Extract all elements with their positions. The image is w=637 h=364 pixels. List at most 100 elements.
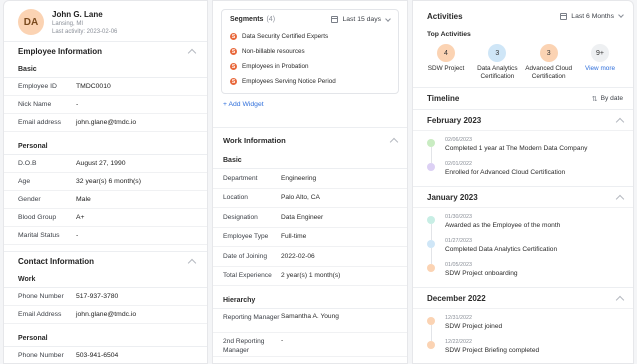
personal-group-label: Personal — [4, 138, 207, 155]
last-activity: Last activity: 2023-02-06 — [52, 28, 118, 35]
work-info-header[interactable]: Work Information — [213, 128, 407, 152]
field-label: Total Experience — [223, 272, 272, 280]
field-label: Date of Joining — [223, 252, 267, 260]
timeline-event: 02/01/2022 Enrolled for Advanced Cloud Ce… — [413, 158, 633, 182]
field-label: Nick Name — [18, 101, 52, 108]
info-row: D.O.B August 27, 1990 — [4, 155, 207, 173]
timeline-event-text: 02/06/2023 Completed 1 year at The Modern… — [445, 134, 587, 158]
timeline-month-header[interactable]: February 2023 — [413, 109, 633, 131]
activity-label[interactable]: View more — [585, 65, 615, 73]
field-label: Location — [223, 194, 248, 202]
chevron-up-icon[interactable] — [615, 194, 625, 203]
timeline-event: 02/06/2023 Completed 1 year at The Modern… — [413, 134, 633, 163]
work-info-title: Work Information — [223, 135, 286, 145]
info-row: Email Address john.glane@tmdc.io — [4, 306, 207, 324]
info-row: Marital Status - — [4, 227, 207, 245]
timeline-events: 01/30/2023 Awarded as the Employee of the… — [413, 208, 633, 287]
sort-by-date-button[interactable]: ⇅ By date — [592, 95, 623, 103]
segment-item[interactable]: S Employees Serving Notice Period — [230, 74, 390, 89]
timeline-event-text: 01/30/2023 Awarded as the Employee of the… — [445, 211, 560, 235]
activities-panel: Activities Last 6 Months Top Activities … — [412, 0, 634, 364]
field-value: A+ — [76, 214, 85, 221]
segment-label: Non-billable resources — [242, 48, 305, 55]
field-label: Reporting Manager — [223, 314, 280, 321]
segments-date-range-value: Last 15 days — [342, 16, 381, 23]
view-more-badge[interactable]: 9+ View more — [575, 44, 625, 81]
timeline-event: 01/30/2023 Awarded as the Employee of the… — [413, 211, 633, 240]
top-activities-label: Top Activities — [427, 31, 471, 38]
contact-info-title: Contact Information — [18, 257, 94, 266]
field-label: Employee ID — [18, 83, 57, 90]
event-date: 02/06/2023 — [445, 137, 472, 143]
activities-date-range-select[interactable]: Last 6 Months — [560, 12, 624, 20]
field-label: Employee Type — [223, 233, 269, 241]
chevron-up-icon[interactable] — [187, 48, 197, 58]
event-date: 12/31/2022 — [445, 315, 472, 321]
activity-label: SDW Project — [427, 65, 465, 72]
field-label: Phone Number — [18, 293, 64, 300]
employee-info-header[interactable]: Employee Information — [4, 41, 207, 61]
field-value: - — [281, 337, 284, 344]
event-date: 12/22/2022 — [445, 339, 472, 345]
contact-info-header[interactable]: Contact Information — [4, 251, 207, 271]
field-value: Data Engineer — [281, 213, 324, 221]
avatar: DA — [18, 9, 44, 35]
activity-count: 9+ — [590, 44, 609, 62]
segment-label: Employees Serving Notice Period — [242, 78, 336, 85]
segment-icon: S — [230, 33, 237, 40]
segment-item[interactable]: S Employees in Probation — [230, 59, 390, 74]
basic-group-label: Basic — [4, 61, 207, 78]
event-date: 02/01/2022 — [445, 161, 472, 167]
chevron-up-icon[interactable] — [615, 117, 625, 126]
field-value: john.glane@tmdc.io — [76, 311, 137, 318]
employee-location: Lansing, MI — [52, 20, 84, 27]
chevron-up-icon[interactable] — [615, 295, 625, 304]
field-value: - — [76, 101, 79, 108]
segment-label: Employees in Probation — [242, 63, 309, 70]
activity-label: Advanced Cloud Certification — [525, 65, 573, 80]
sort-icon: ⇅ — [591, 95, 598, 103]
employee-info-title: Employee Information — [18, 47, 103, 56]
sort-label: By date — [600, 95, 623, 102]
timeline-events: 02/06/2023 Completed 1 year at The Modern… — [413, 131, 633, 186]
segment-icon: S — [230, 63, 237, 70]
top-activity-badge[interactable]: 3 Advanced Cloud Certification — [524, 44, 574, 81]
segments-date-range-select[interactable]: Last 15 days — [331, 15, 391, 23]
top-activity-badge[interactable]: 3 Data Analytics Certification — [472, 44, 522, 81]
info-row: Employee ID TMDC0010 — [4, 78, 207, 96]
field-value: 517-937-3780 — [76, 293, 119, 300]
activity-count: 3 — [539, 44, 558, 62]
timeline-month-header[interactable]: December 2022 — [413, 287, 633, 309]
timeline-event-text: 02/01/2022 Enrolled for Advanced Cloud Ce… — [445, 158, 565, 182]
event-title: SDW Project joined — [445, 323, 503, 330]
calendar-icon — [331, 16, 339, 23]
event-title: Awarded as the Employee of the month — [445, 222, 561, 229]
timeline-events: 12/31/2022 SDW Project joined 12/22/2022 SD… — [413, 309, 633, 363]
add-widget-button[interactable]: + Add Widget — [213, 94, 407, 114]
info-row: Total Experience 2 year(s) 1 month(s) — [213, 267, 407, 286]
field-value: Engineering — [281, 174, 317, 182]
top-activity-badge[interactable]: 4 SDW Project — [421, 44, 471, 81]
work-basic-group-label: Basic — [213, 152, 407, 169]
chevron-up-icon[interactable] — [187, 258, 197, 268]
segments-count: (4) — [266, 16, 276, 23]
field-value: john.glane@tmdc.io — [76, 119, 137, 126]
timeline-dot-icon — [427, 139, 435, 147]
event-title: Completed Data Analytics Certification — [445, 246, 558, 253]
field-label: Department — [223, 174, 258, 182]
field-label: Blood Group — [18, 214, 57, 221]
timeline-month: January 2023 — [427, 192, 478, 202]
second-reporting-manager-row: 2nd Reporting Manager - — [213, 333, 407, 357]
employee-panel: DA John G. Lane Lansing, MI Last activit… — [3, 0, 208, 364]
segment-item[interactable]: S Non-billable resources — [230, 44, 390, 59]
field-label: Phone Number — [18, 352, 64, 359]
chevron-up-icon[interactable] — [389, 137, 399, 146]
event-title: Enrolled for Advanced Cloud Certificatio… — [445, 169, 566, 176]
timeline-event: 01/27/2023 Completed Data Analytics Certi… — [413, 235, 633, 264]
activity-count: 4 — [437, 44, 455, 62]
field-label: Email address — [18, 119, 62, 126]
segment-icon: S — [230, 48, 237, 55]
segment-item[interactable]: S Data Security Certified Experts — [230, 29, 390, 44]
timeline-event-text: 12/22/2022 SDW Project Briefing completed — [445, 336, 539, 360]
timeline-month-header[interactable]: January 2023 — [413, 186, 633, 208]
